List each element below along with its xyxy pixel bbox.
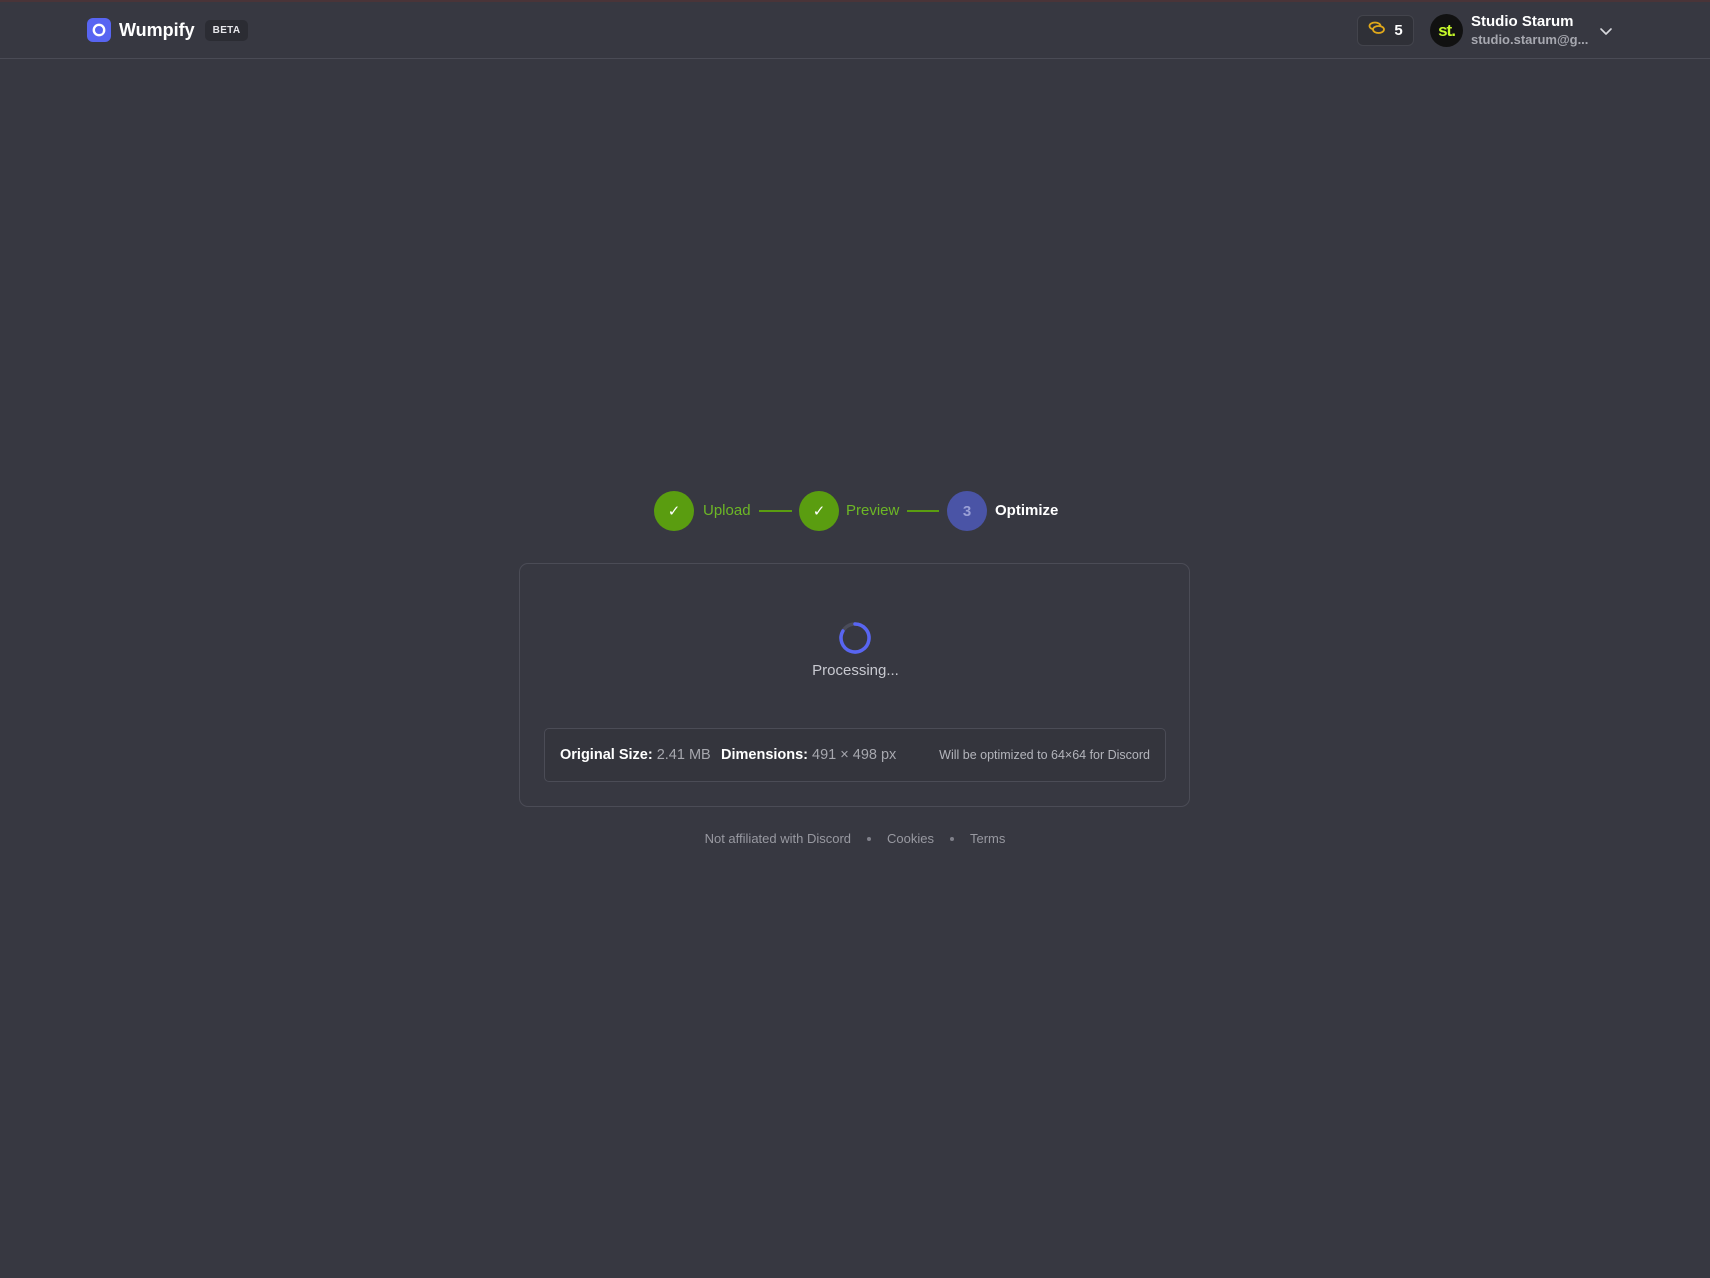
user-email[interactable]: studio.starum@g... xyxy=(1471,32,1588,47)
app-name: Wumpify xyxy=(119,19,195,40)
footer-link-cookies[interactable]: Cookies xyxy=(887,831,934,846)
brand[interactable]: Wumpify BETA xyxy=(87,18,249,42)
beta-badge: BETA xyxy=(204,19,249,41)
original-size-value: 2.41 MB xyxy=(656,747,711,763)
step-preview-label: Preview xyxy=(846,502,900,519)
optimize-note: Will be optimized to 64×64 for Discord xyxy=(939,748,1150,762)
step-connector xyxy=(907,510,939,512)
footer-separator xyxy=(950,836,954,841)
file-info-bar: Original Size: 2.41 MB Dimensions: 491 ×… xyxy=(544,728,1166,782)
original-size-label: Original Size: xyxy=(560,747,653,763)
dimensions-value: 491 × 498 px xyxy=(812,747,897,763)
footer: Not affiliated with Discord Cookies Term… xyxy=(0,831,1710,846)
credits-button[interactable]: 5 xyxy=(1357,15,1414,46)
wumpify-logo-icon xyxy=(87,18,111,42)
step-optimize-number: 3 xyxy=(947,491,987,531)
processing-status: Processing... xyxy=(812,662,899,679)
avatar[interactable]: st. xyxy=(1430,14,1463,47)
credits-count: 5 xyxy=(1394,22,1403,39)
step-upload-label: Upload xyxy=(703,502,751,519)
step-connector xyxy=(759,510,792,512)
dimensions: Dimensions: 491 × 498 px xyxy=(721,747,896,763)
coins-icon xyxy=(1368,21,1386,40)
original-size: Original Size: 2.41 MB xyxy=(560,747,711,763)
footer-link-terms[interactable]: Terms xyxy=(970,831,1005,846)
user-name[interactable]: Studio Starum xyxy=(1471,13,1574,30)
processing-card: Processing... Original Size: 2.41 MB Dim… xyxy=(519,563,1190,807)
loading-spinner-icon xyxy=(838,621,872,655)
top-header: Wumpify BETA 5 st. Studio Starum studio.… xyxy=(0,0,1710,59)
dimensions-label: Dimensions: xyxy=(721,747,809,763)
step-preview-checkmark-icon: ✓ xyxy=(799,491,839,531)
step-optimize-label: Optimize xyxy=(995,502,1059,519)
footer-separator xyxy=(867,836,872,841)
footer-disclaimer: Not affiliated with Discord xyxy=(704,831,852,846)
progress-stepper: ✓ Upload ✓ Preview 3 Optimize xyxy=(654,491,1074,531)
step-upload-checkmark-icon: ✓ xyxy=(654,491,694,531)
chevron-down-icon[interactable] xyxy=(1599,24,1613,42)
